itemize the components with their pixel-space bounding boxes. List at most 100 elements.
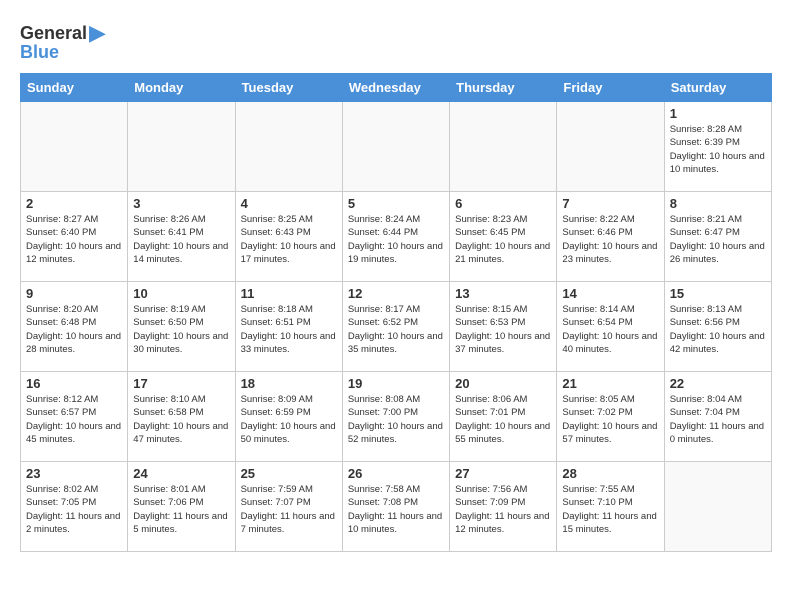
day-info: Sunrise: 8:15 AM Sunset: 6:53 PM Dayligh… [455, 303, 551, 356]
weekday-header-monday: Monday [128, 74, 235, 102]
day-number: 6 [455, 196, 551, 211]
day-number: 23 [26, 466, 122, 481]
day-number: 13 [455, 286, 551, 301]
calendar-cell: 1 Sunrise: 8:28 AM Sunset: 6:39 PM Daylig… [664, 102, 771, 192]
day-number: 15 [670, 286, 766, 301]
day-number: 26 [348, 466, 444, 481]
calendar-cell: 26 Sunrise: 7:58 AM Sunset: 7:08 PM Dayli… [342, 462, 449, 552]
calendar-cell: 24Sunrise: 8:01 AM Sunset: 7:06 PM Dayli… [128, 462, 235, 552]
calendar-cell [557, 102, 664, 192]
weekday-header-tuesday: Tuesday [235, 74, 342, 102]
weekday-header-wednesday: Wednesday [342, 74, 449, 102]
day-number: 14 [562, 286, 658, 301]
calendar-week-5: 23 Sunrise: 8:02 AM Sunset: 7:05 PM Dayli… [21, 462, 772, 552]
day-info: Sunrise: 8:21 AM Sunset: 6:47 PM Dayligh… [670, 213, 766, 266]
calendar-cell [664, 462, 771, 552]
weekday-header-thursday: Thursday [450, 74, 557, 102]
day-number: 25 [241, 466, 337, 481]
day-info: Sunrise: 7:59 AM Sunset: 7:07 PM Dayligh… [241, 483, 337, 536]
calendar-cell: 18 Sunrise: 8:09 AM Sunset: 6:59 PM Dayli… [235, 372, 342, 462]
day-info: Sunrise: 8:13 AM Sunset: 6:56 PM Dayligh… [670, 303, 766, 356]
day-number: 27 [455, 466, 551, 481]
header: General ▶︎ Blue [20, 20, 772, 63]
day-number: 1 [670, 106, 766, 121]
weekday-header-saturday: Saturday [664, 74, 771, 102]
calendar-cell: 12Sunrise: 8:17 AM Sunset: 6:52 PM Dayli… [342, 282, 449, 372]
day-info: Sunrise: 8:23 AM Sunset: 6:45 PM Dayligh… [455, 213, 551, 266]
day-number: 9 [26, 286, 122, 301]
calendar-cell [450, 102, 557, 192]
logo: General ▶︎ Blue [20, 20, 106, 63]
calendar-cell: 17 Sunrise: 8:10 AM Sunset: 6:58 PM Dayli… [128, 372, 235, 462]
day-number: 10 [133, 286, 229, 301]
day-number: 4 [241, 196, 337, 211]
calendar-cell: 16Sunrise: 8:12 AM Sunset: 6:57 PM Dayli… [21, 372, 128, 462]
day-number: 24 [133, 466, 229, 481]
calendar-cell: 2 Sunrise: 8:27 AM Sunset: 6:40 PM Daylig… [21, 192, 128, 282]
day-info: Sunrise: 8:22 AM Sunset: 6:46 PM Dayligh… [562, 213, 658, 266]
day-info: Sunrise: 7:58 AM Sunset: 7:08 PM Dayligh… [348, 483, 444, 536]
calendar-week-2: 2 Sunrise: 8:27 AM Sunset: 6:40 PM Daylig… [21, 192, 772, 282]
day-info: Sunrise: 8:24 AM Sunset: 6:44 PM Dayligh… [348, 213, 444, 266]
day-number: 8 [670, 196, 766, 211]
calendar-cell: 3Sunrise: 8:26 AM Sunset: 6:41 PM Daylig… [128, 192, 235, 282]
day-number: 19 [348, 376, 444, 391]
calendar-cell: 20Sunrise: 8:06 AM Sunset: 7:01 PM Dayli… [450, 372, 557, 462]
calendar-cell: 8 Sunrise: 8:21 AM Sunset: 6:47 PM Daylig… [664, 192, 771, 282]
weekday-header-row: SundayMondayTuesdayWednesdayThursdayFrid… [21, 74, 772, 102]
day-info: Sunrise: 8:04 AM Sunset: 7:04 PM Dayligh… [670, 393, 766, 446]
day-info: Sunrise: 8:25 AM Sunset: 6:43 PM Dayligh… [241, 213, 337, 266]
day-info: Sunrise: 7:55 AM Sunset: 7:10 PM Dayligh… [562, 483, 658, 536]
day-info: Sunrise: 8:10 AM Sunset: 6:58 PM Dayligh… [133, 393, 229, 446]
day-number: 7 [562, 196, 658, 211]
day-info: Sunrise: 8:02 AM Sunset: 7:05 PM Dayligh… [26, 483, 122, 536]
calendar-cell: 13 Sunrise: 8:15 AM Sunset: 6:53 PM Dayli… [450, 282, 557, 372]
weekday-header-friday: Friday [557, 74, 664, 102]
logo-bird-icon: ▶︎ [89, 20, 106, 46]
day-info: Sunrise: 8:26 AM Sunset: 6:41 PM Dayligh… [133, 213, 229, 266]
calendar-cell: 5 Sunrise: 8:24 AM Sunset: 6:44 PM Daylig… [342, 192, 449, 282]
day-info: Sunrise: 8:28 AM Sunset: 6:39 PM Dayligh… [670, 123, 766, 176]
calendar-week-3: 9 Sunrise: 8:20 AM Sunset: 6:48 PM Daylig… [21, 282, 772, 372]
weekday-header-sunday: Sunday [21, 74, 128, 102]
logo-general: General [20, 23, 87, 44]
calendar-cell: 19Sunrise: 8:08 AM Sunset: 7:00 PM Dayli… [342, 372, 449, 462]
calendar-cell: 11 Sunrise: 8:18 AM Sunset: 6:51 PM Dayli… [235, 282, 342, 372]
day-info: Sunrise: 8:19 AM Sunset: 6:50 PM Dayligh… [133, 303, 229, 356]
day-number: 12 [348, 286, 444, 301]
day-info: Sunrise: 8:05 AM Sunset: 7:02 PM Dayligh… [562, 393, 658, 446]
day-number: 11 [241, 286, 337, 301]
calendar-cell: 4 Sunrise: 8:25 AM Sunset: 6:43 PM Daylig… [235, 192, 342, 282]
calendar-cell [128, 102, 235, 192]
day-info: Sunrise: 8:12 AM Sunset: 6:57 PM Dayligh… [26, 393, 122, 446]
calendar-cell [21, 102, 128, 192]
logo-blue: Blue [20, 42, 59, 63]
day-number: 5 [348, 196, 444, 211]
calendar-cell: 25 Sunrise: 7:59 AM Sunset: 7:07 PM Dayli… [235, 462, 342, 552]
day-info: Sunrise: 8:27 AM Sunset: 6:40 PM Dayligh… [26, 213, 122, 266]
calendar-cell: 9 Sunrise: 8:20 AM Sunset: 6:48 PM Daylig… [21, 282, 128, 372]
calendar-cell: 6 Sunrise: 8:23 AM Sunset: 6:45 PM Daylig… [450, 192, 557, 282]
day-number: 28 [562, 466, 658, 481]
day-info: Sunrise: 7:56 AM Sunset: 7:09 PM Dayligh… [455, 483, 551, 536]
calendar-cell: 28 Sunrise: 7:55 AM Sunset: 7:10 PM Dayli… [557, 462, 664, 552]
day-info: Sunrise: 8:20 AM Sunset: 6:48 PM Dayligh… [26, 303, 122, 356]
calendar-cell: 10 Sunrise: 8:19 AM Sunset: 6:50 PM Dayli… [128, 282, 235, 372]
calendar-cell [235, 102, 342, 192]
day-info: Sunrise: 8:18 AM Sunset: 6:51 PM Dayligh… [241, 303, 337, 356]
day-number: 2 [26, 196, 122, 211]
calendar-week-1: 1 Sunrise: 8:28 AM Sunset: 6:39 PM Daylig… [21, 102, 772, 192]
calendar-cell: 14 Sunrise: 8:14 AM Sunset: 6:54 PM Dayli… [557, 282, 664, 372]
day-info: Sunrise: 8:14 AM Sunset: 6:54 PM Dayligh… [562, 303, 658, 356]
calendar-cell: 7 Sunrise: 8:22 AM Sunset: 6:46 PM Daylig… [557, 192, 664, 282]
calendar-cell: 21 Sunrise: 8:05 AM Sunset: 7:02 PM Dayli… [557, 372, 664, 462]
calendar-cell [342, 102, 449, 192]
day-number: 22 [670, 376, 766, 391]
day-number: 18 [241, 376, 337, 391]
day-info: Sunrise: 8:09 AM Sunset: 6:59 PM Dayligh… [241, 393, 337, 446]
day-number: 21 [562, 376, 658, 391]
day-number: 17 [133, 376, 229, 391]
calendar-cell: 22 Sunrise: 8:04 AM Sunset: 7:04 PM Dayli… [664, 372, 771, 462]
day-number: 20 [455, 376, 551, 391]
calendar-table: SundayMondayTuesdayWednesdayThursdayFrid… [20, 73, 772, 552]
